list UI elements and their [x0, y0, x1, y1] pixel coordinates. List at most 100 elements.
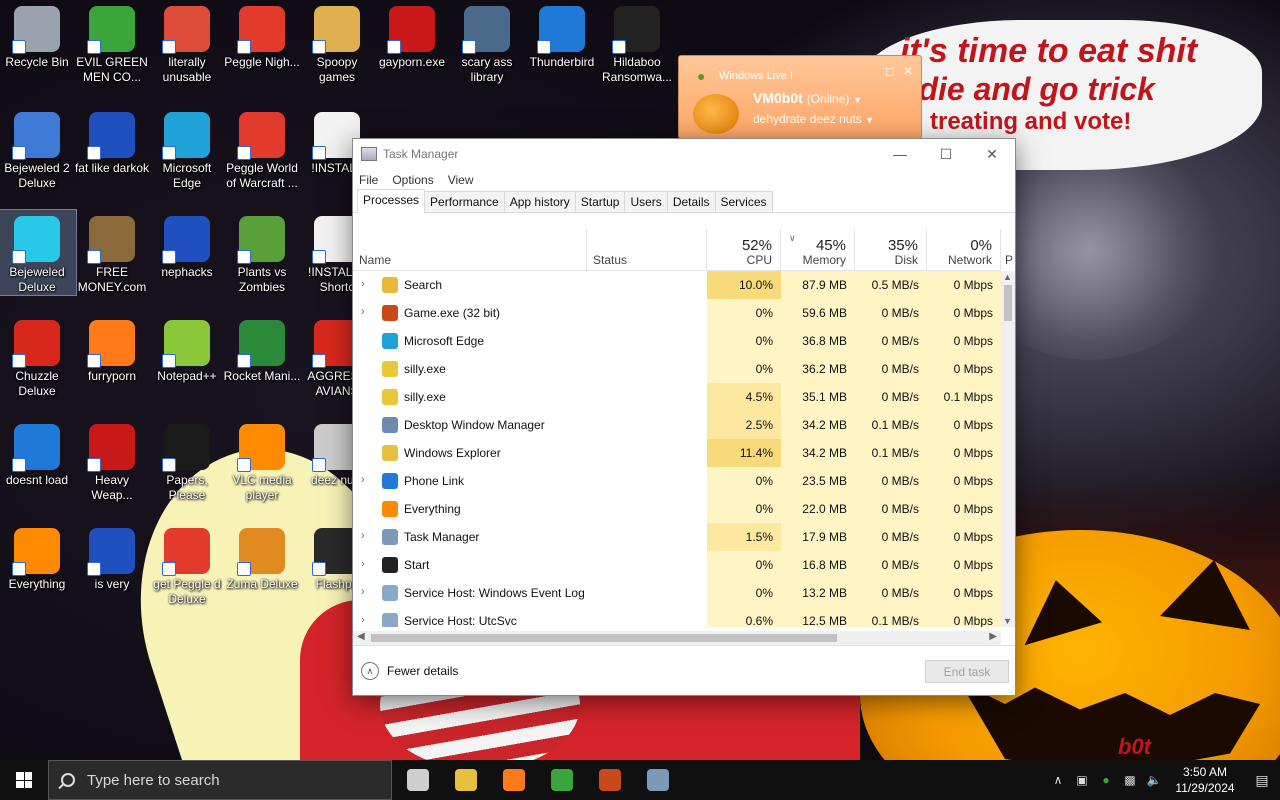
tab-startup[interactable]: Startup — [574, 191, 626, 212]
expand-chevron-icon[interactable]: › — [361, 530, 371, 542]
table-row[interactable]: › Game.exe (32 bit) 0% 59.6 MB 0 MB/s 0 Mbps — [353, 299, 1001, 327]
taskbar-app[interactable] — [634, 760, 682, 800]
desktop-icon[interactable]: scary ass library — [448, 0, 526, 85]
messenger-tray-icon[interactable]: ● — [1094, 773, 1118, 787]
expand-chevron-icon[interactable]: › — [361, 614, 371, 626]
minimize-icon[interactable]: — — [877, 139, 923, 169]
tab-users[interactable]: Users — [624, 191, 668, 212]
end-task-button[interactable]: End task — [925, 660, 1009, 683]
tab-processes[interactable]: Processes — [357, 189, 426, 213]
messenger-popup-close-icon[interactable]: ✕ — [903, 64, 913, 78]
desktop-icon[interactable]: Everything — [0, 522, 76, 592]
clock[interactable]: 3:50 AM 11/29/2024 — [1166, 764, 1244, 796]
vertical-scrollbar[interactable]: ▲ ▼ — [1001, 271, 1015, 627]
maximize-icon[interactable]: ☐ — [923, 139, 969, 169]
desktop-icon[interactable]: Thunderbird — [523, 0, 601, 70]
desktop-icon[interactable]: Spoopy games — [298, 0, 376, 85]
desktop-icon[interactable]: furryporn — [73, 314, 151, 384]
desktop-icon[interactable]: is very — [73, 522, 151, 592]
desktop-icon[interactable]: Rocket Mani... — [223, 314, 301, 384]
expand-chevron-icon[interactable]: › — [361, 474, 371, 486]
scroll-right-icon[interactable]: ▶ — [989, 631, 997, 642]
tab-app-history[interactable]: App history — [503, 191, 576, 212]
taskbar-app[interactable] — [586, 760, 634, 800]
tab-details[interactable]: Details — [666, 191, 716, 212]
horizontal-scrollbar[interactable]: ◀ ▶ — [353, 631, 1001, 645]
table-row[interactable]: › Task Manager 1.5% 17.9 MB 0 MB/s 0 Mbps — [353, 523, 1001, 551]
column-network[interactable]: 0% Network — [927, 229, 1001, 271]
expand-chevron-icon[interactable]: › — [361, 278, 371, 290]
table-row[interactable]: Everything 0% 22.0 MB 0 MB/s 0 Mbps — [353, 495, 1001, 523]
taskbar-app[interactable] — [490, 760, 538, 800]
notification-center-icon[interactable]: ▤ — [1244, 772, 1280, 789]
status-dropdown-icon[interactable]: ▼ — [853, 95, 862, 105]
messenger-popup-pin-icon[interactable]: ◻ — [885, 64, 895, 78]
start-button[interactable] — [0, 760, 48, 800]
vertical-scroll-thumb[interactable] — [1004, 285, 1012, 321]
tab-performance[interactable]: Performance — [424, 191, 505, 212]
show-hidden-icons-chevron-icon[interactable]: ∧ — [1046, 773, 1070, 787]
desktop-icon[interactable]: fat like darkok — [73, 106, 151, 176]
column-name[interactable]: Name — [353, 229, 587, 271]
volume-icon[interactable]: 🔈 — [1142, 773, 1166, 787]
horizontal-scroll-thumb[interactable] — [371, 634, 837, 642]
desktop-icon[interactable]: get Peggle d Deluxe — [148, 522, 226, 607]
desktop-icon[interactable]: Hildaboo Ransomwa... — [598, 0, 676, 85]
desktop-icon[interactable]: EVIL GREEN MEN CO... — [73, 0, 151, 85]
table-row[interactable]: › Search 10.0% 87.9 MB 0.5 MB/s 0 Mbps — [353, 271, 1001, 299]
taskbar-search-box[interactable]: Type here to search — [48, 760, 392, 800]
table-row[interactable]: Desktop Window Manager 2.5% 34.2 MB 0.1 MB/… — [353, 411, 1001, 439]
table-row[interactable]: Windows Explorer 11.4% 34.2 MB 0.1 MB/s 0 Mb… — [353, 439, 1001, 467]
desktop-icon[interactable]: Chuzzle Deluxe — [0, 314, 76, 399]
desktop-icon[interactable]: Bejeweled Deluxe — [0, 209, 77, 296]
desktop-icon[interactable]: doesnt load — [0, 418, 76, 488]
tab-services[interactable]: Services — [714, 191, 773, 212]
desktop-icon[interactable]: Peggle Nigh... — [223, 0, 301, 70]
expand-chevron-icon[interactable]: › — [361, 558, 371, 570]
column-cpu[interactable]: 52% CPU — [707, 229, 781, 271]
desktop-icon[interactable]: FREE MONEY.com — [73, 210, 151, 295]
desktop-icon[interactable]: Papers, Please — [148, 418, 226, 503]
desktop-icon[interactable]: literally unusable — [148, 0, 226, 85]
desktop-icon[interactable]: Notepad++ — [148, 314, 226, 384]
fewer-details-button[interactable]: ∧ Fewer details — [361, 662, 458, 680]
expand-chevron-icon[interactable]: › — [361, 306, 371, 318]
desktop-icon[interactable]: nephacks — [148, 210, 226, 280]
menu-options[interactable]: Options — [392, 173, 433, 187]
desktop-icon[interactable]: Recycle Bin — [0, 0, 76, 70]
column-disk[interactable]: 35% Disk — [855, 229, 927, 271]
network-icon[interactable]: ▩ — [1118, 773, 1142, 787]
scroll-left-icon[interactable]: ◀ — [357, 631, 365, 642]
desktop-icon[interactable]: Bejeweled 2 Deluxe — [0, 106, 76, 191]
desktop-icon[interactable]: Zuma Deluxe — [223, 522, 301, 592]
taskbar-app[interactable] — [394, 760, 442, 800]
table-row[interactable]: › Service Host: Windows Event Log 0% 13.2 M… — [353, 579, 1001, 607]
table-row[interactable]: › Service Host: UtcSvc 0.6% 12.5 MB 0.1 MB/s… — [353, 607, 1001, 627]
messenger-personal-message[interactable]: dehydrate deez nuts ▼ — [753, 112, 874, 126]
menu-view[interactable]: View — [448, 173, 474, 187]
menu-file[interactable]: File — [359, 173, 378, 187]
desktop-icon[interactable]: VLC media player — [223, 418, 301, 503]
table-row[interactable]: Microsoft Edge 0% 36.8 MB 0 MB/s 0 Mbps — [353, 327, 1001, 355]
column-status[interactable]: Status — [587, 229, 707, 271]
table-row[interactable]: › Start 0% 16.8 MB 0 MB/s 0 Mbps — [353, 551, 1001, 579]
column-memory[interactable]: ∨ 45% Memory — [781, 229, 855, 271]
usb-device-icon[interactable]: ▣ — [1070, 773, 1094, 787]
desktop-icon[interactable]: Heavy Weap... — [73, 418, 151, 503]
column-power[interactable]: P — [1001, 229, 1015, 271]
close-icon[interactable]: ✕ — [969, 139, 1015, 169]
taskbar-app[interactable] — [538, 760, 586, 800]
table-row[interactable]: silly.exe 4.5% 35.1 MB 0 MB/s 0.1 Mbps — [353, 383, 1001, 411]
task-manager-window[interactable]: Task Manager — ☐ ✕ File Options View Pro… — [352, 138, 1016, 696]
table-row[interactable]: silly.exe 0% 36.2 MB 0 MB/s 0 Mbps — [353, 355, 1001, 383]
expand-chevron-icon[interactable]: › — [361, 586, 371, 598]
table-row[interactable]: › Phone Link 0% 23.5 MB 0 MB/s 0 Mbps — [353, 467, 1001, 495]
desktop-icon[interactable]: Microsoft Edge — [148, 106, 226, 191]
messenger-popup[interactable]: ● Windows Live I ✕ ◻ VM0b0t (Online) ▼ d… — [678, 55, 922, 139]
task-manager-titlebar[interactable]: Task Manager — ☐ ✕ — [353, 139, 1015, 169]
desktop-icon[interactable]: Plants vs Zombies — [223, 210, 301, 295]
desktop-icon[interactable]: Peggle World of Warcraft ... — [223, 106, 301, 191]
desktop-icon[interactable]: gayporn.exe — [373, 0, 451, 70]
taskbar-app[interactable] — [442, 760, 490, 800]
scroll-down-icon[interactable]: ▼ — [1003, 616, 1012, 626]
